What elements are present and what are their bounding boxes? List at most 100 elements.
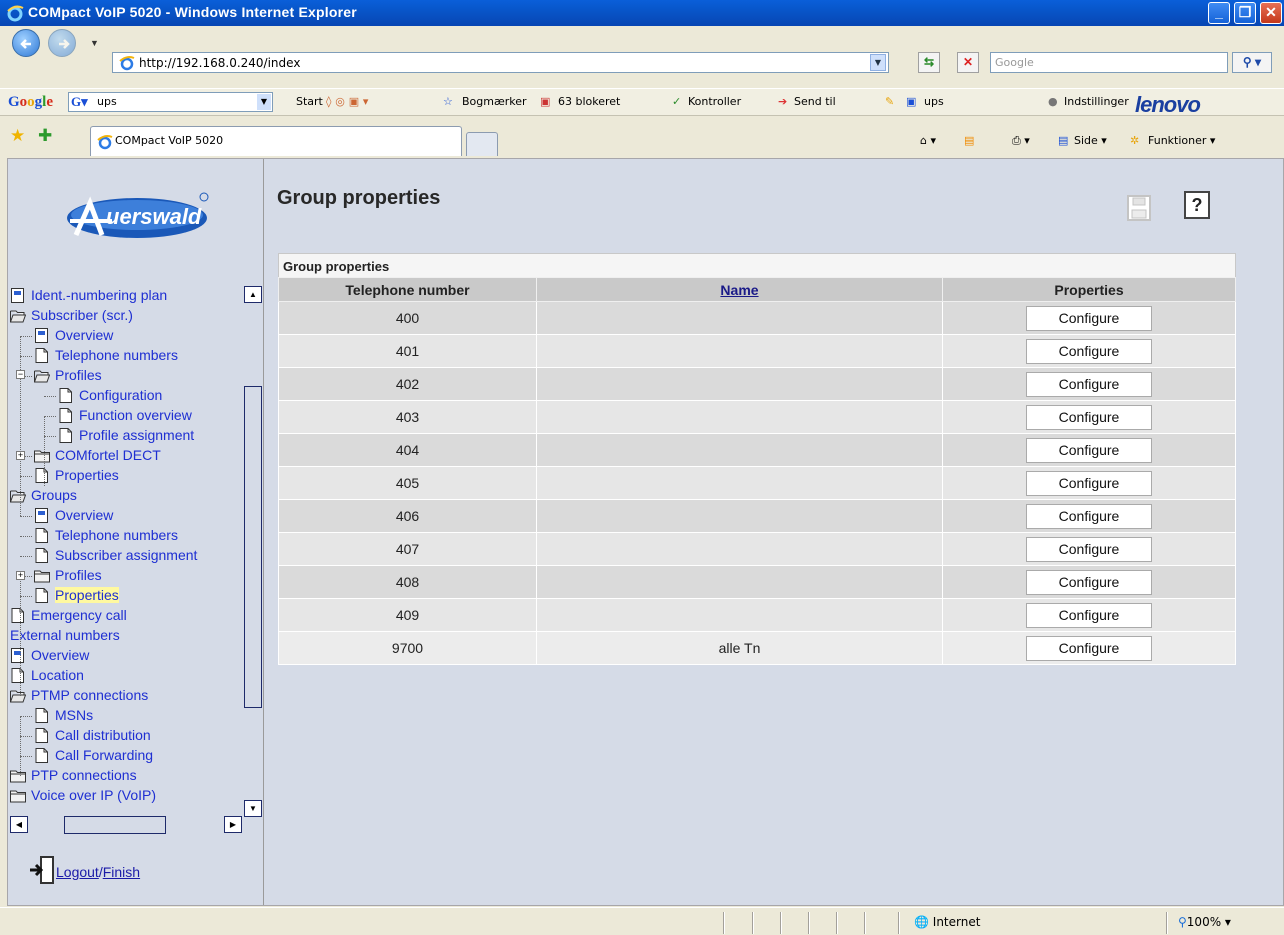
nav-item-label: PTP connections	[31, 767, 137, 783]
find-term-button[interactable]: ups	[924, 95, 944, 108]
nav-item-ptmp-connections[interactable]: PTMP connections	[10, 686, 148, 706]
expand-icon[interactable]: +	[16, 571, 25, 580]
settings-menu[interactable]: Indstillinger	[1064, 95, 1129, 108]
configure-button[interactable]: Configure	[1026, 305, 1152, 331]
configure-button[interactable]: Configure	[1026, 602, 1152, 628]
nav-item-subscriber-overview[interactable]: Overview	[34, 326, 113, 346]
nav-item-ptmp-msns[interactable]: MSNs	[34, 706, 93, 726]
back-button[interactable]	[12, 29, 40, 57]
nav-item-label: Subscriber (scr.)	[31, 307, 133, 323]
history-dropdown-icon[interactable]: ▼	[90, 38, 99, 48]
horizontal-scroll-thumb[interactable]	[64, 816, 166, 834]
help-icon[interactable]: ?	[1184, 191, 1210, 219]
nav-item-ident-numbering-plan[interactable]: Ident.-numbering plan	[10, 286, 167, 306]
nav-item-voip-gsm-routing[interactable]: VoIP and GSM Routing	[10, 806, 176, 810]
configure-button[interactable]: Configure	[1026, 470, 1152, 496]
properties-cell: Configure	[942, 400, 1236, 434]
highlighter-icon[interactable]: ✎	[885, 95, 894, 108]
folder-icon	[10, 768, 26, 783]
page-menu[interactable]: Side ▾	[1074, 134, 1107, 147]
nav-item-external-overview[interactable]: Overview	[10, 646, 89, 666]
tools-menu[interactable]: Funktioner ▾	[1148, 134, 1215, 147]
nav-item-subscriber-properties[interactable]: Properties	[34, 466, 119, 486]
telephone-number-cell: 407	[278, 532, 537, 566]
minimize-button[interactable]: _	[1208, 2, 1230, 24]
configure-button[interactable]: Configure	[1026, 635, 1152, 661]
configure-button[interactable]: Configure	[1026, 536, 1152, 562]
nav-item-external-numbers[interactable]: External numbers	[10, 626, 120, 646]
configure-button[interactable]: Configure	[1026, 503, 1152, 529]
scroll-left-icon[interactable]: ◀	[10, 816, 28, 833]
nav-item-groups-telephone-numbers[interactable]: Telephone numbers	[34, 526, 178, 546]
tree-connector	[20, 536, 32, 537]
scroll-right-icon[interactable]: ▶	[224, 816, 242, 833]
logout-link[interactable]: Logout	[56, 864, 99, 880]
nav-item-subscriber-telephone-numbers[interactable]: Telephone numbers	[34, 346, 178, 366]
address-dropdown-icon[interactable]: ▼	[870, 54, 886, 71]
scroll-down-icon[interactable]: ▼	[244, 800, 262, 817]
print-icon[interactable]: ⎙ ▾	[1012, 134, 1030, 148]
nav-item-subscriber[interactable]: Subscriber (scr.)	[10, 306, 133, 326]
nav-item-voip[interactable]: Voice over IP (VoIP)	[10, 786, 156, 806]
spellcheck-button[interactable]: Kontroller	[688, 95, 741, 108]
bookmarks-menu[interactable]: Bogmærker	[462, 95, 527, 108]
scroll-up-icon[interactable]: ▲	[244, 286, 262, 303]
nav-item-ptmp-call-distribution[interactable]: Call distribution	[34, 726, 151, 746]
telephone-number-cell: 409	[278, 598, 537, 632]
favorites-star-icon[interactable]: ★	[10, 126, 25, 146]
popup-blocker-button[interactable]: 63 blokeret	[558, 95, 620, 108]
google-start-button[interactable]: Start	[296, 95, 323, 108]
tab-bar: ★ ✚ COMpact VoIP 5020 ⌂ ▾ ▤ ⎙ ▾ ▤ Side ▾…	[0, 116, 1284, 158]
scroll-thumb[interactable]	[244, 386, 262, 708]
collapse-icon[interactable]: −	[16, 370, 25, 379]
nav-item-groups-overview[interactable]: Overview	[34, 506, 113, 526]
search-button[interactable]: ⚲ ▾	[1232, 52, 1272, 73]
nav-item-ptmp-call-forwarding[interactable]: Call Forwarding	[34, 746, 153, 766]
expand-icon[interactable]: +	[16, 451, 25, 460]
group-properties-table: Group properties Telephone number Name P…	[278, 253, 1236, 665]
nav-item-profiles-assignment[interactable]: Profile assignment	[58, 426, 194, 446]
nav-item-groups-properties[interactable]: Properties	[34, 586, 119, 606]
configure-button[interactable]: Configure	[1026, 569, 1152, 595]
zoom-control[interactable]: ⚲100% ▾	[1178, 915, 1231, 929]
properties-cell: Configure	[942, 565, 1236, 599]
google-dropdown-icon[interactable]: ▼	[257, 94, 271, 110]
nav-item-subscriber-profiles[interactable]: Profiles	[33, 366, 102, 386]
nav-item-profiles-function-overview[interactable]: Function overview	[58, 406, 192, 426]
nav-item-groups-subscriber-assignment[interactable]: Subscriber assignment	[34, 546, 197, 566]
zone-label: Internet	[932, 915, 981, 929]
nav-item-groups-profiles[interactable]: Profiles	[34, 566, 102, 586]
nav-item-location[interactable]: Location	[10, 666, 84, 686]
configure-button[interactable]: Configure	[1026, 437, 1152, 463]
forward-button[interactable]	[48, 29, 76, 57]
table-row: 401 Configure	[278, 334, 1236, 368]
feeds-icon[interactable]: ▤	[964, 134, 974, 147]
google-search-input[interactable]: G▾ ups ▼	[68, 92, 273, 112]
finish-link[interactable]: Finish	[103, 864, 140, 880]
nav-horizontal-scrollbar[interactable]: ◀ ▶	[10, 816, 242, 834]
search-input[interactable]: Google	[990, 52, 1228, 73]
page-icon	[34, 508, 50, 523]
close-button[interactable]: ✕	[1260, 2, 1282, 24]
configure-button[interactable]: Configure	[1026, 338, 1152, 364]
send-to-button[interactable]: Send til	[794, 95, 836, 108]
tab-compact-voip[interactable]: COMpact VoIP 5020	[90, 126, 462, 156]
configure-button[interactable]: Configure	[1026, 371, 1152, 397]
address-bar[interactable]: http://192.168.0.240/index ▼	[112, 52, 889, 73]
nav-item-ptp-connections[interactable]: PTP connections	[10, 766, 137, 786]
stop-button[interactable]: ✕	[957, 52, 979, 73]
home-icon[interactable]: ⌂ ▾	[920, 134, 936, 147]
properties-cell: Configure	[942, 466, 1236, 500]
add-favorite-icon[interactable]: ✚	[38, 126, 52, 146]
google-pagerank-icon[interactable]: ◊ ◎ ▣ ▾	[326, 95, 368, 108]
nav-vertical-scrollbar[interactable]: ▲ ▼	[244, 286, 262, 818]
maximize-button[interactable]: ❐	[1234, 2, 1256, 24]
new-tab-button[interactable]	[466, 132, 498, 156]
column-name-sort-link[interactable]: Name	[536, 277, 943, 302]
refresh-button[interactable]: ⇆	[918, 52, 940, 73]
nav-item-profiles-configuration[interactable]: Configuration	[58, 386, 162, 406]
nav-item-comfortel-dect[interactable]: COMfortel DECT	[34, 446, 161, 466]
save-icon[interactable]	[1127, 195, 1151, 221]
nav-item-emergency-call[interactable]: Emergency call	[10, 606, 127, 626]
configure-button[interactable]: Configure	[1026, 404, 1152, 430]
